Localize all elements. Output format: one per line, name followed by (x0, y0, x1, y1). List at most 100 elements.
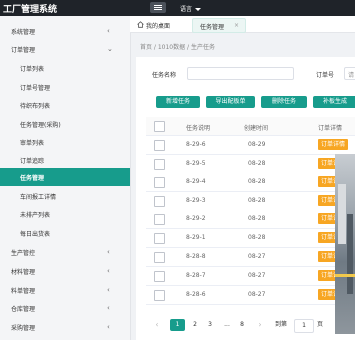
sidebar-item-label: 任务管理 (20, 175, 45, 182)
sidebar-item-production[interactable]: 生产管控 ‹ (0, 243, 130, 261)
table-row[interactable]: 8-28-7 08-27 订单详情 (146, 267, 355, 286)
sidebar-item-weaving-list[interactable]: 待织布列表 (0, 96, 130, 114)
tab-home[interactable]: 我的桌面 (135, 18, 189, 31)
next-page-button[interactable]: › (256, 319, 264, 331)
row-checkbox[interactable] (154, 196, 165, 207)
sidebar-item-label: 未排产列表 (20, 212, 51, 219)
sidebar-item-label: 订单追踪 (20, 158, 45, 165)
table-row[interactable]: 8-28-6 08-27 订单详情 (146, 286, 355, 305)
task-desc: 8-28-7 (186, 272, 206, 279)
sidebar-item-purchasing[interactable]: 采购管理 ‹ (0, 318, 130, 336)
tab-home-label: 我的桌面 (146, 23, 171, 30)
menu-toggle-button[interactable] (150, 2, 166, 13)
table-row[interactable]: 8-29-2 08-28 订单详情 (146, 210, 355, 229)
sidebar-item-label: 车间报工详情 (20, 194, 57, 201)
table-row[interactable]: 8-29-4 08-28 订单详情 (146, 173, 355, 192)
task-desc: 8-29-2 (186, 215, 206, 222)
sidebar-item-label: 生产管控 (11, 250, 36, 257)
task-desc: 8-28-8 (186, 253, 206, 260)
task-name-input[interactable] (187, 67, 294, 80)
task-desc: 8-28-6 (186, 291, 206, 298)
created-time: 08-29 (248, 141, 266, 148)
sidebar-item-unscheduled-list[interactable]: 未排产列表 (0, 205, 130, 223)
sidebar-item-order-tracking[interactable]: 订单追踪 (0, 151, 130, 169)
close-icon[interactable]: × (234, 22, 239, 29)
row-checkbox[interactable] (154, 159, 165, 170)
order-no-input[interactable]: 请 (344, 67, 355, 80)
sidebar-item-task-management[interactable]: 任务管理 (0, 168, 130, 186)
sidebar-item-review-list[interactable]: 审单列表 (0, 133, 130, 151)
task-desc: 8-29-4 (186, 178, 206, 185)
hamburger-icon-line (154, 9, 162, 10)
sidebar-item-label: 材料管理 (11, 269, 36, 276)
order-detail-tag[interactable]: 订单详情 (318, 139, 349, 150)
chevron-left-icon: ‹ (107, 323, 110, 331)
sidebar-item-label: 订单号管理 (20, 85, 51, 92)
sidebar-item-workshop-report[interactable]: 车间报工详情 (0, 187, 130, 205)
page-2-button[interactable]: 2 (190, 319, 200, 331)
chevron-left-icon: ‹ (107, 27, 110, 35)
sidebar-item-warehouse[interactable]: 仓库管理 ‹ (0, 299, 130, 317)
sidebar-item-label: 料单管理 (11, 288, 36, 295)
chevron-down-icon: ⌄ (107, 45, 113, 53)
column-header: 任务说明 (186, 125, 211, 132)
sidebar-item-system[interactable]: 系统管理 ‹ (0, 22, 130, 40)
sidebar-item-orders[interactable]: 订单管理 ⌄ (0, 40, 130, 58)
sidebar-item-task-purchase[interactable]: 任务管理(采购) (0, 115, 130, 133)
sidebar-item-materials[interactable]: 材料管理 ‹ (0, 262, 130, 280)
sidebar-item-label: 系统管理 (11, 29, 36, 36)
row-checkbox[interactable] (154, 177, 165, 188)
generate-board-button[interactable]: 补板生成 (313, 96, 355, 108)
row-checkbox[interactable] (154, 214, 165, 225)
created-time: 08-27 (248, 272, 266, 279)
breadcrumb: 首页 / 1010数据 / 生产任务 (140, 44, 215, 51)
tab-task-label: 任务管理 (200, 24, 225, 31)
sidebar-item-label: 每日出货表 (20, 231, 51, 238)
page-unit-label: 页 (316, 321, 323, 328)
created-time: 08-27 (248, 291, 266, 298)
table-row[interactable]: 8-29-1 08-28 订单详情 (146, 229, 355, 248)
sidebar-item-label: 审单列表 (20, 140, 45, 147)
row-checkbox[interactable] (154, 290, 165, 301)
page-8-button[interactable]: 8 (237, 319, 247, 331)
chevron-left-icon: ‹ (107, 267, 110, 275)
tab-bar: 我的桌面 任务管理 × (130, 16, 355, 33)
hamburger-icon-line (154, 5, 162, 6)
created-time: 08-28 (248, 160, 266, 167)
row-checkbox[interactable] (154, 271, 165, 282)
sidebar-item-daily-shipment[interactable]: 每日出货表 (0, 224, 130, 242)
goto-page-input[interactable]: 1 (294, 319, 314, 333)
row-checkbox[interactable] (154, 252, 165, 263)
export-board-button[interactable]: 导出配板单 (206, 96, 255, 108)
chevron-left-icon: ‹ (107, 304, 110, 312)
row-checkbox[interactable] (154, 140, 165, 151)
table-row[interactable]: 8-28-8 08-27 订单详情 (146, 248, 355, 267)
add-task-button[interactable]: 新增任务 (156, 96, 200, 108)
created-time: 08-28 (248, 234, 266, 241)
top-bar: 工厂管理系统 语言 (0, 0, 355, 16)
table-header: 任务说明 创建时间 订单详情 (146, 117, 355, 136)
table-row[interactable]: 8-29-6 08-29 订单详情 (146, 136, 355, 155)
task-desc: 8-29-6 (186, 141, 206, 148)
select-all-checkbox[interactable] (154, 121, 165, 132)
language-dropdown[interactable]: 语言 (180, 4, 202, 13)
task-desc: 8-29-1 (186, 234, 206, 241)
caret-down-icon (195, 8, 202, 11)
sidebar-item-order-list[interactable]: 订单列表 (0, 59, 130, 77)
delete-task-button[interactable]: 删除任务 (261, 96, 307, 108)
page-1-button[interactable]: 1 (170, 319, 185, 331)
task-name-label: 任务名称 (152, 72, 177, 79)
prev-page-button[interactable]: ‹ (153, 319, 161, 331)
sidebar-item-order-number[interactable]: 订单号管理 (0, 78, 130, 96)
table-row[interactable]: 8-29-5 08-28 订单详情 (146, 155, 355, 174)
page-3-button[interactable]: 3 (205, 319, 215, 331)
chevron-left-icon: ‹ (107, 248, 110, 256)
page-ellipsis: ... (224, 321, 230, 328)
tab-task-management[interactable]: 任务管理 × (192, 18, 246, 33)
row-checkbox[interactable] (154, 233, 165, 244)
sidebar-item-label: 采购管理 (11, 325, 36, 332)
chevron-left-icon: ‹ (107, 286, 110, 294)
table-row[interactable]: 8-29-3 08-28 订单详情 (146, 192, 355, 211)
sidebar-item-label: 订单管理 (11, 47, 36, 54)
sidebar-item-bom[interactable]: 料单管理 ‹ (0, 281, 130, 299)
